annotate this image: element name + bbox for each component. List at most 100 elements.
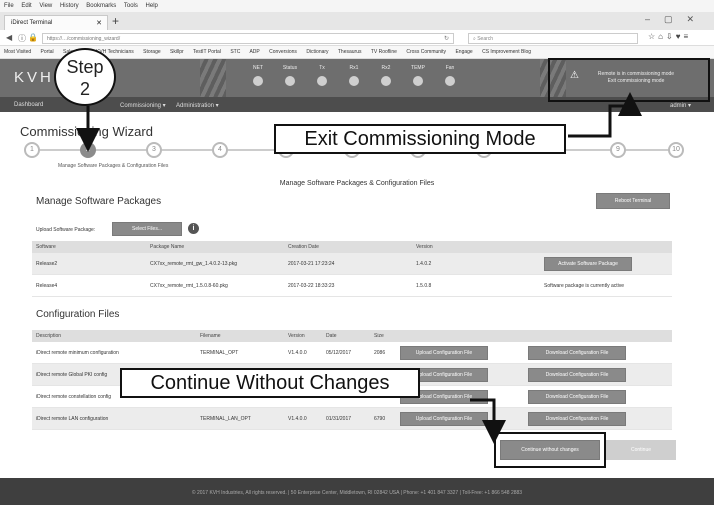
bookmark-item[interactable]: Conversions bbox=[269, 49, 297, 55]
browser-tabbar: iDirect Terminal ✕ + –▢✕ bbox=[0, 12, 714, 30]
version: 1.5.0.8 bbox=[416, 283, 432, 289]
creation-date: 2017-03-21 17:23:24 bbox=[288, 261, 335, 267]
header-stripe-decoration bbox=[200, 59, 226, 97]
column-header: Date bbox=[326, 333, 337, 339]
wizard-step-3[interactable]: 3 bbox=[146, 142, 162, 158]
bookmark-item[interactable]: Storage bbox=[143, 49, 161, 55]
step-callout-label: Step bbox=[66, 57, 104, 77]
config-date: 05/12/2017 bbox=[326, 350, 352, 356]
bookmark-item[interactable]: ADP bbox=[249, 49, 259, 55]
column-header: Size bbox=[374, 333, 384, 339]
active-status-text: Software package is currently active bbox=[544, 283, 625, 289]
wizard-step-1[interactable]: 1 bbox=[24, 142, 40, 158]
config-description: iDirect remote minimum configuration bbox=[36, 350, 119, 356]
select-files-button[interactable]: Select Files... bbox=[112, 222, 182, 236]
continue-button[interactable]: Continue bbox=[606, 440, 676, 460]
indicator-tx: Tx bbox=[308, 65, 336, 86]
browser-tab[interactable]: iDirect Terminal ✕ bbox=[4, 15, 108, 30]
continue-highlight-box bbox=[494, 432, 606, 468]
nav-dashboard[interactable]: Dashboard bbox=[14, 102, 43, 108]
indicator-rx1: Rx1 bbox=[340, 65, 368, 86]
config-description: iDirect remote LAN configuration bbox=[36, 416, 109, 422]
continue-without-changes-annotation: Continue Without Changes bbox=[120, 368, 420, 398]
bookmark-item[interactable]: Most Visited bbox=[4, 49, 31, 55]
reload-icon[interactable]: ↻ bbox=[444, 35, 449, 42]
bookmark-item[interactable]: Portal bbox=[41, 49, 54, 55]
download-config-button[interactable]: Download Configuration File bbox=[528, 390, 626, 404]
status-dot-icon bbox=[381, 76, 391, 86]
bookmark-item[interactable]: TestIT Portal bbox=[193, 49, 221, 55]
wizard-step-2[interactable]: 2 bbox=[80, 142, 96, 158]
wizard-step-10[interactable]: 10 bbox=[668, 142, 684, 158]
menu-edit[interactable]: Edit bbox=[21, 3, 31, 9]
url-text: https://…/commissioning_wizard/ bbox=[47, 36, 121, 42]
window-controls[interactable]: –▢✕ bbox=[645, 14, 708, 25]
software-name: Release4 bbox=[36, 283, 58, 289]
search-input[interactable]: ⌕ Search bbox=[468, 33, 638, 44]
exit-highlight-box bbox=[548, 58, 710, 102]
creation-date: 2017-03-22 18:33:23 bbox=[288, 283, 335, 289]
column-header: Package Name bbox=[150, 244, 185, 250]
activate-software-button[interactable]: Activate Software Package bbox=[544, 257, 632, 271]
menu-history[interactable]: History bbox=[60, 3, 79, 9]
download-config-button[interactable]: Download Configuration File bbox=[528, 346, 626, 360]
package-name: CX7xx_remote_rmt_gw_1.4.0.2-13.pkg bbox=[150, 261, 237, 267]
menu-file[interactable]: File bbox=[4, 3, 14, 9]
column-header: Software bbox=[36, 244, 56, 250]
toolbar-icons[interactable]: ☆⌂⇩♥≡ bbox=[648, 32, 691, 41]
bookmark-item[interactable]: Thesaurus bbox=[338, 49, 362, 55]
column-header: Description bbox=[36, 333, 62, 339]
menu-help[interactable]: Help bbox=[146, 3, 158, 9]
menu-view[interactable]: View bbox=[39, 3, 52, 9]
new-tab-icon[interactable]: + bbox=[112, 14, 119, 28]
wizard-step-9[interactable]: 9 bbox=[610, 142, 626, 158]
indicator-fan: Fan bbox=[436, 65, 464, 86]
menu-bookmarks[interactable]: Bookmarks bbox=[86, 3, 116, 9]
nav-commissioning[interactable]: Commissioning ▾ bbox=[120, 102, 166, 109]
step-subtitle: Manage Software Packages & Configuration… bbox=[58, 163, 169, 169]
config-date: 01/31/2017 bbox=[326, 416, 352, 422]
bookmark-item[interactable]: Skillpr bbox=[170, 49, 184, 55]
bookmark-item[interactable]: Engage bbox=[455, 49, 472, 55]
bookmark-item[interactable]: Cross Community bbox=[406, 49, 446, 55]
status-dot-icon bbox=[317, 76, 327, 86]
nav-user-menu[interactable]: admin ▾ bbox=[670, 102, 691, 109]
software-name: Release2 bbox=[36, 261, 58, 267]
config-filename: TERMINAL_OPT bbox=[200, 350, 239, 356]
column-header: Creation Date bbox=[288, 244, 319, 250]
url-bar[interactable]: https://…/commissioning_wizard/ ↻ bbox=[42, 33, 454, 44]
bookmark-item[interactable]: STC bbox=[230, 49, 240, 55]
step-callout-number: 2 bbox=[79, 79, 90, 99]
indicator-status: Status bbox=[276, 65, 304, 86]
table-row: Release4 CX7xx_remote_rmt_1.5.0.8-60.pkg… bbox=[32, 275, 672, 297]
config-size: 6790 bbox=[374, 416, 386, 422]
bookmark-item[interactable]: CS Improvement Blog bbox=[482, 49, 531, 55]
column-header: Version bbox=[288, 333, 305, 339]
download-config-button[interactable]: Download Configuration File bbox=[528, 368, 626, 382]
config-version: V1.4.0.0 bbox=[288, 416, 307, 422]
info-site-icon[interactable]: ⓘ bbox=[18, 33, 26, 44]
close-tab-icon[interactable]: ✕ bbox=[96, 19, 102, 27]
upload-config-button[interactable]: Upload Configuration File bbox=[400, 412, 488, 426]
status-dot-icon bbox=[413, 76, 423, 86]
config-section-title: Configuration Files bbox=[36, 309, 120, 320]
lock-icon: 🔒 bbox=[28, 33, 38, 42]
bookmark-item[interactable]: TV Roofline bbox=[371, 49, 397, 55]
back-icon[interactable]: ◀ bbox=[6, 33, 12, 42]
status-dot-icon bbox=[285, 76, 295, 86]
table-row: iDirect remote LAN configuration TERMINA… bbox=[32, 408, 672, 430]
download-config-button[interactable]: Download Configuration File bbox=[528, 412, 626, 426]
wizard-step-4[interactable]: 4 bbox=[212, 142, 228, 158]
menu-tools[interactable]: Tools bbox=[124, 3, 138, 9]
bookmark-item[interactable]: Dictionary bbox=[306, 49, 328, 55]
brand-logo[interactable]: KVH bbox=[14, 69, 54, 86]
reboot-terminal-button[interactable]: Reboot Terminal bbox=[596, 193, 670, 209]
column-header: Version bbox=[416, 244, 433, 250]
nav-administration[interactable]: Administration ▾ bbox=[176, 102, 219, 109]
config-version: V1.4.0.0 bbox=[288, 350, 307, 356]
info-icon[interactable]: i bbox=[188, 223, 199, 234]
indicator-temp: TEMP bbox=[404, 65, 432, 86]
upload-config-button[interactable]: Upload Configuration File bbox=[400, 346, 488, 360]
search-placeholder: Search bbox=[477, 36, 494, 42]
browser-navbar: ◀ ⓘ 🔒 https://…/commissioning_wizard/ ↻ … bbox=[0, 30, 714, 46]
